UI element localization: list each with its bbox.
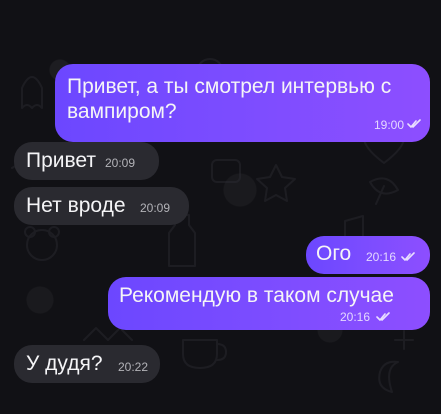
- message-text: Нет вроде: [26, 194, 126, 217]
- message-time: 20:22: [118, 360, 149, 374]
- incoming-message-bubble[interactable]: Привет 20:09: [14, 142, 159, 180]
- message-time: 20:09: [105, 156, 136, 170]
- wallpaper-bear-icon: [26, 229, 58, 261]
- double-check-icon: [407, 119, 421, 128]
- wallpaper-cup-icon: [182, 339, 218, 369]
- wallpaper-leaf-icon: [369, 177, 399, 195]
- message-time: 20:16: [340, 310, 371, 324]
- message-time: 20:16: [366, 250, 397, 264]
- outgoing-message-bubble[interactable]: Привет, а ты смотрел интервью с вампиром…: [55, 64, 430, 142]
- double-check-icon: [401, 252, 415, 261]
- wallpaper-window-icon: [211, 159, 241, 183]
- message-text: Рекомендую в таком случае: [119, 284, 394, 307]
- message-text: У дудя?: [26, 352, 103, 375]
- incoming-message-bubble[interactable]: Нет вроде 20:09: [14, 187, 189, 225]
- outgoing-message-bubble[interactable]: Рекомендую в таком случае 20:16: [108, 277, 430, 330]
- wallpaper-star-icon: [256, 164, 296, 202]
- message-text: Привет: [26, 149, 97, 172]
- double-check-icon: [376, 312, 390, 321]
- message-time: 20:09: [140, 201, 171, 215]
- outgoing-message-bubble[interactable]: Ого 20:16: [306, 236, 430, 274]
- wallpaper-ghost-icon: [21, 76, 43, 109]
- chat-area: Привет, а ты смотрел интервью с вампиром…: [0, 0, 441, 414]
- message-text-line: Привет, а ты смотрел интервью с: [67, 75, 392, 98]
- message-text-line: вампиром?: [67, 100, 177, 123]
- message-text: Ого: [316, 242, 352, 265]
- wallpaper-sparkle-icon: [394, 330, 414, 350]
- wallpaper-moon-icon: [378, 360, 399, 393]
- message-time: 19:00: [374, 118, 405, 132]
- incoming-message-bubble[interactable]: У дудя? 20:22: [14, 345, 160, 383]
